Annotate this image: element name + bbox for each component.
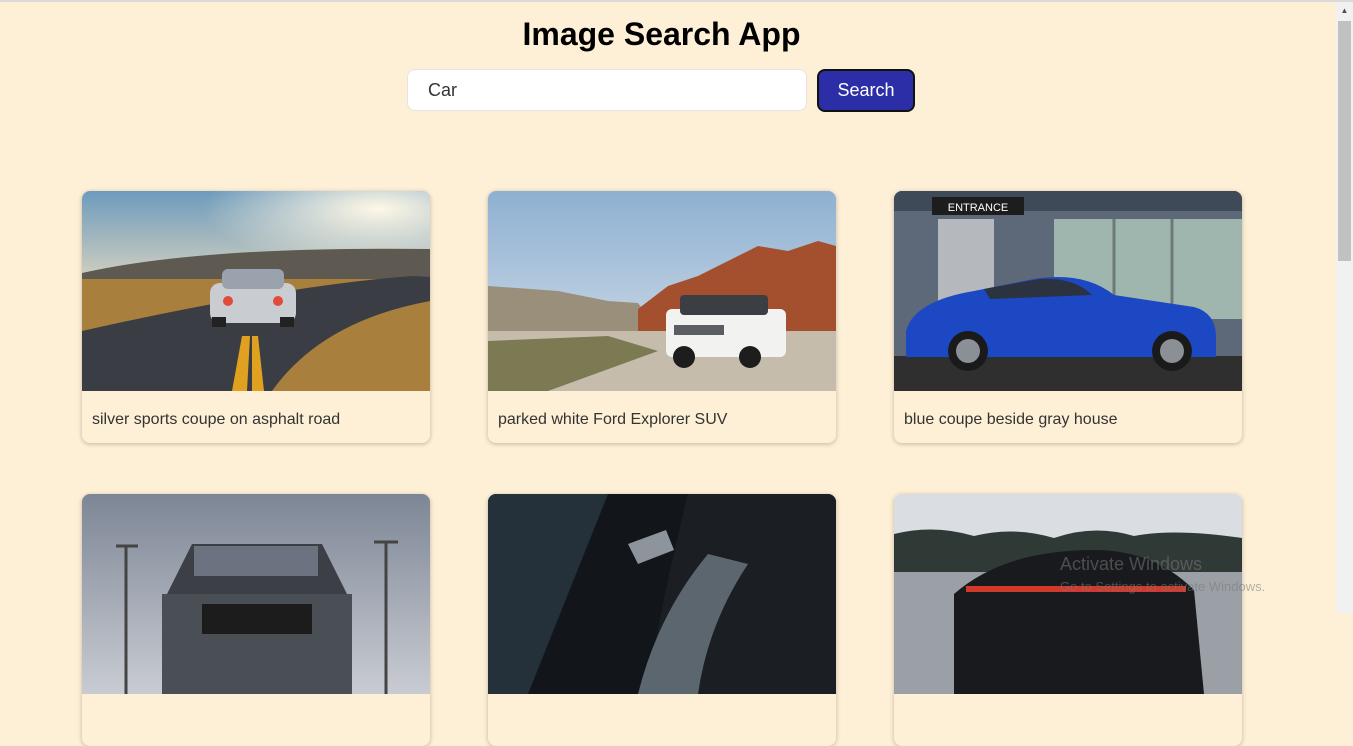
image-caption xyxy=(894,694,1242,746)
vertical-scrollbar[interactable]: ▲ xyxy=(1336,2,1353,613)
entrance-sign: ENTRANCE xyxy=(948,202,1009,214)
search-button[interactable]: Search xyxy=(817,69,915,112)
image-caption xyxy=(488,694,836,746)
page-title: Image Search App xyxy=(522,16,801,52)
scroll-up-arrow-icon[interactable]: ▲ xyxy=(1336,2,1353,19)
page: Image Search App Search xyxy=(0,2,1336,746)
scrollbar-thumb[interactable] xyxy=(1338,21,1351,261)
image-caption: silver sports coupe on asphalt road xyxy=(92,411,341,428)
car-image xyxy=(82,494,430,694)
image-caption: blue coupe beside gray house xyxy=(904,411,1118,428)
image-card[interactable] xyxy=(488,494,836,746)
image-card[interactable]: parked white Ford Explorer SUV xyxy=(488,191,836,443)
image-card[interactable]: silver sports coupe on asphalt road xyxy=(82,191,430,443)
car-image xyxy=(488,191,836,391)
image-card[interactable]: ENTRANCE blue coupe beside gray house xyxy=(894,191,1242,443)
image-card[interactable] xyxy=(82,494,430,746)
car-image xyxy=(894,494,1242,694)
image-caption: parked white Ford Explorer SUV xyxy=(498,411,728,428)
image-caption xyxy=(82,694,430,746)
image-card[interactable] xyxy=(894,494,1242,746)
car-image: ENTRANCE xyxy=(894,191,1242,391)
search-input[interactable] xyxy=(407,69,807,111)
car-image xyxy=(82,191,430,391)
car-image xyxy=(488,494,836,694)
